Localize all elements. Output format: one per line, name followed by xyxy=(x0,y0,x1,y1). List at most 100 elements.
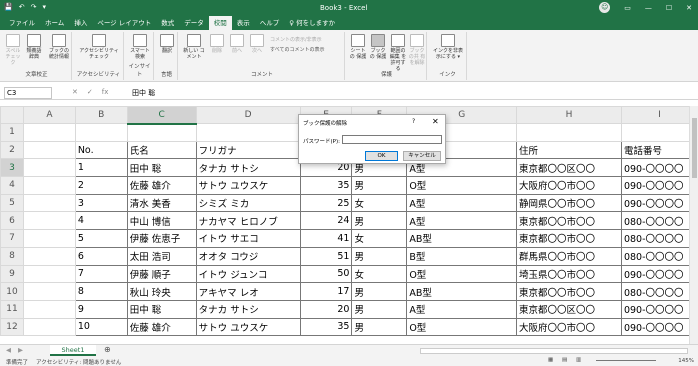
table-cell[interactable]: 24 xyxy=(299,211,353,231)
table-cell[interactable]: 伊藤 佐恵子 xyxy=(126,229,197,248)
table-header-cell[interactable]: No. xyxy=(74,140,128,160)
table-cell[interactable]: 10 xyxy=(74,317,128,337)
table-cell[interactable]: 5 xyxy=(74,229,128,248)
table-cell[interactable]: 女 xyxy=(351,193,408,213)
close-icon[interactable]: ✕ xyxy=(686,4,692,12)
hide-ink-button[interactable]: インクを非表 示にする ▾ xyxy=(431,34,465,60)
next-comment-button[interactable]: 次へ xyxy=(248,34,266,54)
tab-help[interactable]: ヘルプ xyxy=(255,16,285,30)
table-cell[interactable]: アキヤマ レオ xyxy=(195,282,301,301)
allow-edit-ranges-button[interactable]: 範囲の編集 を許可する xyxy=(389,34,407,72)
table-cell[interactable]: タナカ サトシ xyxy=(195,158,301,178)
tell-me-search[interactable]: ♀ 何をしますか xyxy=(284,16,340,30)
cell[interactable] xyxy=(126,123,197,142)
cell[interactable] xyxy=(22,123,76,142)
row-header[interactable]: 9 xyxy=(0,264,24,284)
table-header-cell[interactable]: フリガナ xyxy=(195,140,301,160)
table-cell[interactable]: 女 xyxy=(351,264,408,284)
column-header[interactable]: A xyxy=(22,106,76,124)
table-cell[interactable]: 20 xyxy=(299,299,353,319)
table-cell[interactable]: 佐藤 雄介 xyxy=(126,176,197,195)
table-cell[interactable]: B型 xyxy=(406,246,518,266)
formula-input[interactable]: 田中 聡 xyxy=(132,88,155,98)
table-cell[interactable]: 田中 聡 xyxy=(126,158,197,178)
row-header[interactable]: 10 xyxy=(0,282,24,301)
table-cell[interactable]: 090-〇〇〇〇 xyxy=(620,176,698,195)
page-break-view-icon[interactable]: ▥ xyxy=(576,357,581,363)
table-cell[interactable]: AB型 xyxy=(406,229,518,248)
table-cell[interactable]: AB型 xyxy=(406,282,518,301)
table-cell[interactable]: 9 xyxy=(74,299,128,319)
row-header[interactable]: 7 xyxy=(0,229,24,248)
table-cell[interactable]: 東京都〇〇市〇〇 xyxy=(516,282,622,301)
normal-view-icon[interactable]: ▦ xyxy=(548,357,553,363)
undo-icon[interactable]: ↶ xyxy=(19,3,25,11)
table-cell[interactable]: オオタ コウジ xyxy=(195,246,301,266)
maximize-icon[interactable]: ☐ xyxy=(666,4,672,12)
table-cell[interactable]: 東京都〇〇市〇〇 xyxy=(516,229,622,248)
table-cell[interactable]: 静岡県〇〇市〇〇 xyxy=(516,193,622,213)
vertical-scrollbar[interactable] xyxy=(689,106,698,344)
table-header-cell[interactable]: 住所 xyxy=(516,140,622,160)
page-layout-view-icon[interactable]: ▤ xyxy=(562,357,567,363)
sheet-tab-sheet1[interactable]: Sheet1 xyxy=(50,345,96,356)
dialog-close-button[interactable]: ✕ xyxy=(432,117,439,126)
scroll-thumb[interactable] xyxy=(692,118,697,178)
table-cell[interactable]: ナカヤマ ヒロノブ xyxy=(195,211,301,231)
table-cell[interactable]: A型 xyxy=(406,193,518,213)
cell[interactable] xyxy=(74,123,128,142)
row-header[interactable]: 8 xyxy=(0,246,24,266)
table-cell[interactable]: 太田 浩司 xyxy=(126,246,197,266)
table-header-cell[interactable]: 電話番号 xyxy=(620,140,698,160)
table-header-cell[interactable]: 氏名 xyxy=(126,140,197,160)
sheet-nav-next-icon[interactable]: ▶ xyxy=(18,346,23,354)
table-cell[interactable]: 3 xyxy=(74,193,128,213)
show-all-comments-button[interactable]: すべてのコメントの表示 xyxy=(270,46,324,53)
delete-comment-button[interactable]: 削除 xyxy=(208,34,226,54)
table-cell[interactable]: 090-〇〇〇〇 xyxy=(620,264,698,284)
cell[interactable] xyxy=(516,123,622,142)
table-cell[interactable]: 東京都〇〇市〇〇 xyxy=(516,211,622,231)
table-cell[interactable]: 080-〇〇〇〇 xyxy=(620,282,698,301)
tab-data[interactable]: データ xyxy=(179,16,209,30)
table-cell[interactable]: 25 xyxy=(299,193,353,213)
tab-insert[interactable]: 挿入 xyxy=(69,16,92,30)
show-hide-comment-button[interactable]: コメントの表示/非表示 xyxy=(270,36,322,43)
table-cell[interactable]: 大阪府〇〇市〇〇 xyxy=(516,317,622,337)
cell[interactable] xyxy=(22,299,76,319)
table-cell[interactable]: 35 xyxy=(299,176,353,195)
row-header[interactable]: 4 xyxy=(0,176,24,195)
column-header[interactable]: I xyxy=(620,106,698,124)
translate-button[interactable]: 翻訳 xyxy=(158,34,176,54)
table-cell[interactable]: 090-〇〇〇〇 xyxy=(620,193,698,213)
column-header[interactable]: D xyxy=(195,106,301,124)
table-cell[interactable]: 41 xyxy=(299,229,353,248)
table-cell[interactable]: 大阪府〇〇市〇〇 xyxy=(516,176,622,195)
row-header[interactable]: 3 xyxy=(0,158,24,178)
cancel-icon[interactable]: ✕ xyxy=(72,88,78,96)
table-cell[interactable]: 8 xyxy=(74,282,128,301)
add-sheet-icon[interactable]: ⊕ xyxy=(104,345,111,354)
table-header-cell[interactable] xyxy=(22,140,76,160)
accessibility-status[interactable]: アクセシビリティ: 問題ありません xyxy=(36,358,121,366)
cell[interactable] xyxy=(22,282,76,301)
save-icon[interactable]: 💾 xyxy=(4,3,13,11)
table-cell[interactable]: 4 xyxy=(74,211,128,231)
ok-button[interactable]: OK xyxy=(365,151,398,161)
table-cell[interactable]: 50 xyxy=(299,264,353,284)
protect-workbook-button[interactable]: ブックの 保護 xyxy=(369,34,387,60)
row-header[interactable]: 6 xyxy=(0,211,24,231)
table-cell[interactable]: 男 xyxy=(351,211,408,231)
table-cell[interactable]: 7 xyxy=(74,264,128,284)
table-cell[interactable]: 東京都〇〇区〇〇 xyxy=(516,158,622,178)
protect-sheet-button[interactable]: シートの 保護 xyxy=(349,34,367,60)
table-cell[interactable]: 080-〇〇〇〇 xyxy=(620,211,698,231)
table-cell[interactable]: 東京都〇〇区〇〇 xyxy=(516,299,622,319)
table-cell[interactable]: タナカ サトシ xyxy=(195,299,301,319)
table-cell[interactable]: 埼玉県〇〇市〇〇 xyxy=(516,264,622,284)
table-cell[interactable]: 男 xyxy=(351,282,408,301)
table-cell[interactable]: 男 xyxy=(351,246,408,266)
column-header[interactable]: B xyxy=(74,106,128,124)
redo-icon[interactable]: ↷ xyxy=(31,3,37,11)
unshare-workbook-button[interactable]: ブックの共 有を解除 xyxy=(408,34,426,66)
